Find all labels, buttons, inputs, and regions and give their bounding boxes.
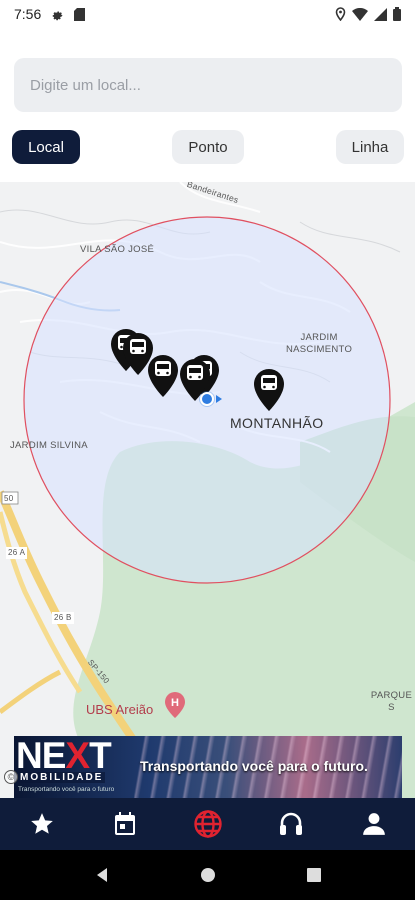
heading-arrow-icon [216, 395, 222, 403]
map-label-jardim-silvina: JARDIM SILVINA [10, 440, 88, 451]
user-icon [362, 813, 385, 835]
tab-linha[interactable]: Linha [336, 130, 404, 164]
nav-support[interactable] [271, 804, 311, 844]
banner-logo: NEXT [16, 736, 112, 776]
poi-label-ubs: UBS Areião [86, 702, 154, 717]
map-label-jardim-nascimento: JARDIM NASCIMENTO [286, 332, 353, 355]
map-label-parque: PARQUE S [370, 690, 413, 713]
calendar-icon [114, 812, 135, 835]
home-icon[interactable] [200, 867, 216, 883]
hospital-pin-icon[interactable]: H [164, 692, 186, 718]
system-nav-bar [0, 850, 415, 900]
location-icon [335, 7, 346, 21]
bus-stop-marker[interactable] [252, 368, 286, 412]
nav-profile[interactable] [354, 804, 394, 844]
banner-slogan: Transportando você para o futuro. [140, 758, 368, 774]
search-input[interactable] [30, 76, 402, 94]
star-icon [30, 813, 53, 834]
road-label-26b: 26 B [52, 612, 74, 624]
banner-logo-sub: MOBILIDADE [18, 772, 106, 783]
svg-text:H: H [171, 697, 179, 709]
nav-schedule[interactable] [105, 804, 145, 844]
bus-stop-marker[interactable] [146, 354, 180, 398]
app-screen: 7:56 Local Ponto Li [0, 0, 415, 900]
globe-icon [193, 810, 222, 838]
tab-local[interactable]: Local [12, 130, 80, 164]
ad-banner[interactable]: NEXT MOBILIDADE Transportando você para … [14, 736, 402, 798]
map-view[interactable]: Bandeirantes VILA SÃO JOSÉ JARDIM NASCIM… [0, 182, 415, 798]
tab-ponto[interactable]: Ponto [172, 130, 244, 164]
banner-tagline-small: Transportando você para o futuro [18, 786, 115, 793]
wifi-icon [352, 7, 368, 21]
signal-icon [374, 7, 387, 21]
headset-icon [279, 812, 302, 835]
road-label-26a: 26 A [6, 547, 28, 559]
map-base [0, 182, 415, 798]
nav-map[interactable] [188, 804, 228, 844]
battery-icon [393, 7, 401, 21]
sd-card-icon [74, 7, 86, 21]
search-box[interactable] [14, 58, 402, 112]
map-label-montanhao: MONTANHÃO [230, 415, 324, 431]
recents-icon[interactable] [306, 867, 322, 883]
my-location-dot [200, 392, 214, 406]
status-time: 7:56 [14, 6, 42, 22]
back-icon[interactable] [94, 867, 110, 883]
gear-icon [51, 8, 64, 21]
map-attribution-icon[interactable]: © [4, 770, 18, 784]
map-label-vila-sao-jose: VILA SÃO JOSÉ [80, 244, 155, 255]
road-label-50: 50 [4, 494, 14, 503]
status-bar: 7:56 [0, 0, 415, 28]
bottom-nav [0, 798, 415, 850]
nav-favorites[interactable] [22, 804, 62, 844]
